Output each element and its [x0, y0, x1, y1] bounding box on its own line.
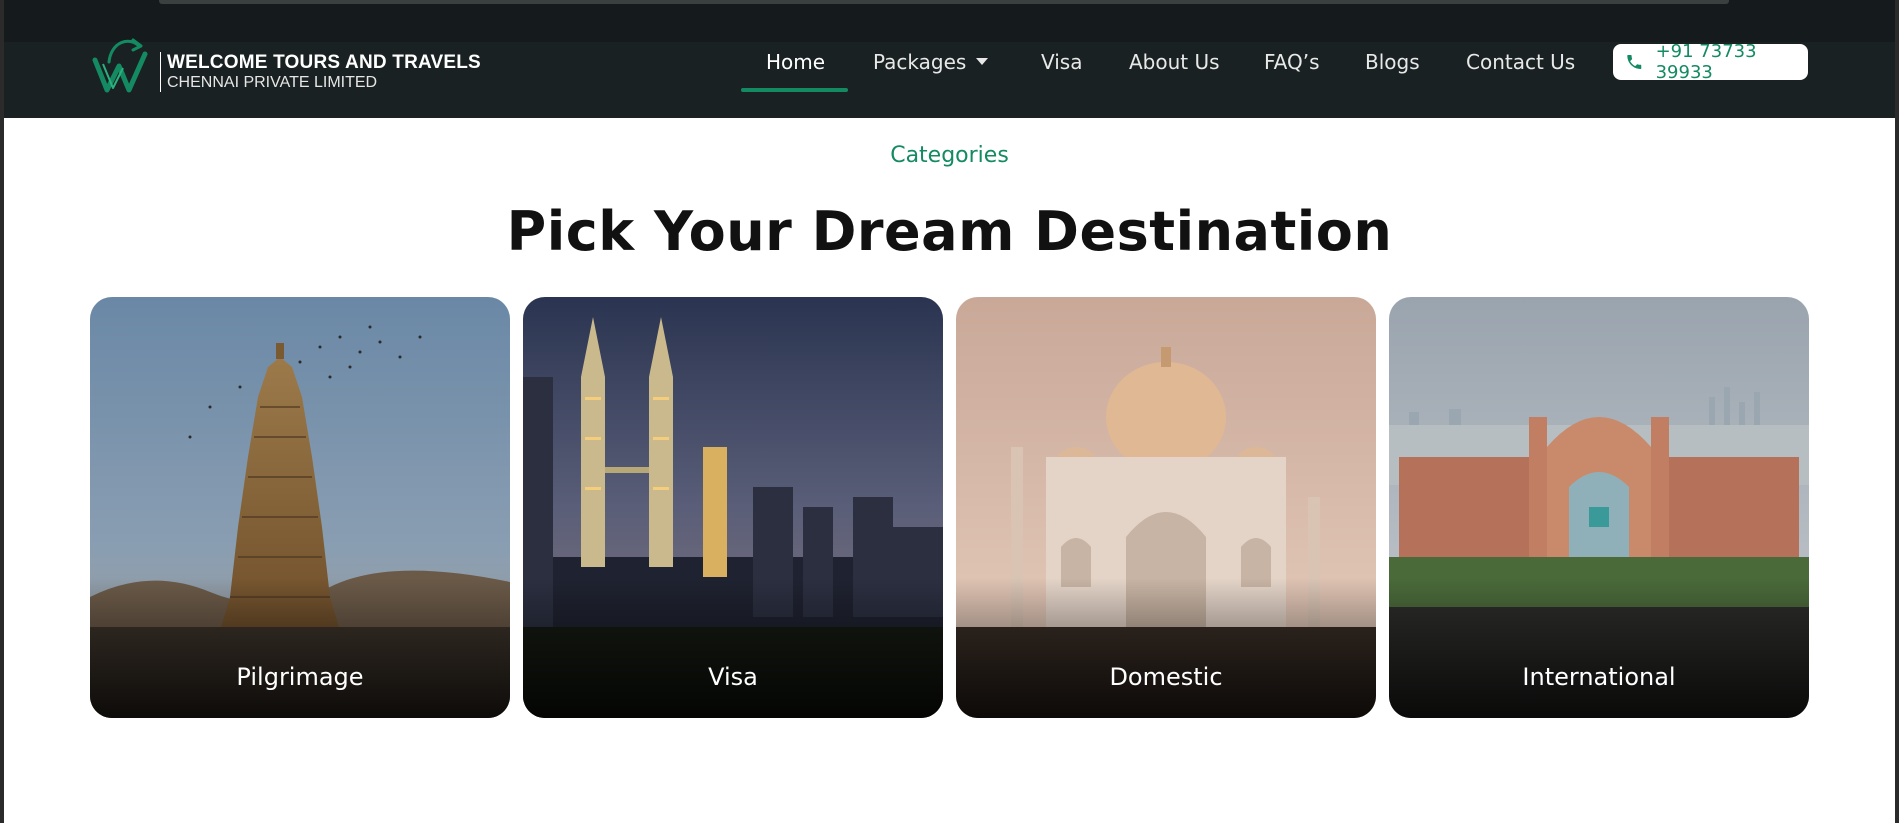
brand-name: WELCOME TOURS AND TRAVELS: [167, 52, 481, 73]
nav-visa-label: Visa: [1041, 50, 1083, 74]
browser-viewport: WELCOME TOURS AND TRAVELS CHENNAI PRIVAT…: [4, 0, 1895, 823]
category-label-pilgrimage: Pilgrimage: [236, 663, 364, 691]
nav-packages-label: Packages: [873, 50, 967, 74]
nav-blogs[interactable]: Blogs: [1365, 50, 1420, 74]
category-card-pilgrimage[interactable]: Pilgrimage: [90, 297, 510, 718]
caret-down-icon: [976, 58, 989, 65]
nav-about-label: About Us: [1129, 50, 1220, 74]
phone-number: +91 73733 39933: [1655, 41, 1757, 83]
category-card-international[interactable]: International: [1389, 297, 1809, 718]
nav-visa[interactable]: Visa: [1041, 50, 1082, 74]
nav-faqs-label: FAQ’s: [1264, 50, 1320, 74]
nav-home[interactable]: Home: [766, 50, 825, 74]
nav-home-label: Home: [766, 50, 826, 74]
card-shade: [523, 578, 943, 718]
category-card-visa[interactable]: Visa: [523, 297, 943, 718]
ww-swoosh-logo-icon: [92, 38, 148, 93]
brand-logo[interactable]: WELCOME TOURS AND TRAVELS CHENNAI PRIVAT…: [89, 32, 519, 102]
site-header: WELCOME TOURS AND TRAVELS CHENNAI PRIVAT…: [4, 38, 1895, 118]
card-shade: [1389, 578, 1809, 718]
card-shade: [90, 578, 510, 718]
card-shade: [956, 578, 1376, 718]
active-nav-underline: [741, 88, 848, 92]
section-title: Pick Your Dream Destination: [506, 200, 1393, 263]
category-label-domestic: Domestic: [1109, 663, 1223, 691]
category-label-international: International: [1522, 663, 1676, 691]
section-eyebrow: Categories: [890, 143, 1009, 168]
nav-contact-us[interactable]: Contact Us: [1466, 50, 1575, 74]
phone-icon: [1627, 55, 1642, 69]
scroll-indicator: [159, 0, 1729, 4]
brand-subtitle: CHENNAI PRIVATE LIMITED: [167, 74, 378, 91]
nav-packages[interactable]: Packages: [873, 50, 989, 74]
nav-blogs-label: Blogs: [1365, 50, 1420, 74]
logo-divider: [160, 52, 161, 92]
phone-button[interactable]: +91 73733 39933: [1613, 41, 1808, 83]
category-label-visa: Visa: [708, 663, 758, 691]
category-card-domestic[interactable]: Domestic: [956, 297, 1376, 718]
nav-about-us[interactable]: About Us: [1129, 50, 1220, 74]
nav-faqs[interactable]: FAQ’s: [1264, 50, 1320, 74]
nav-contact-label: Contact Us: [1466, 50, 1576, 74]
